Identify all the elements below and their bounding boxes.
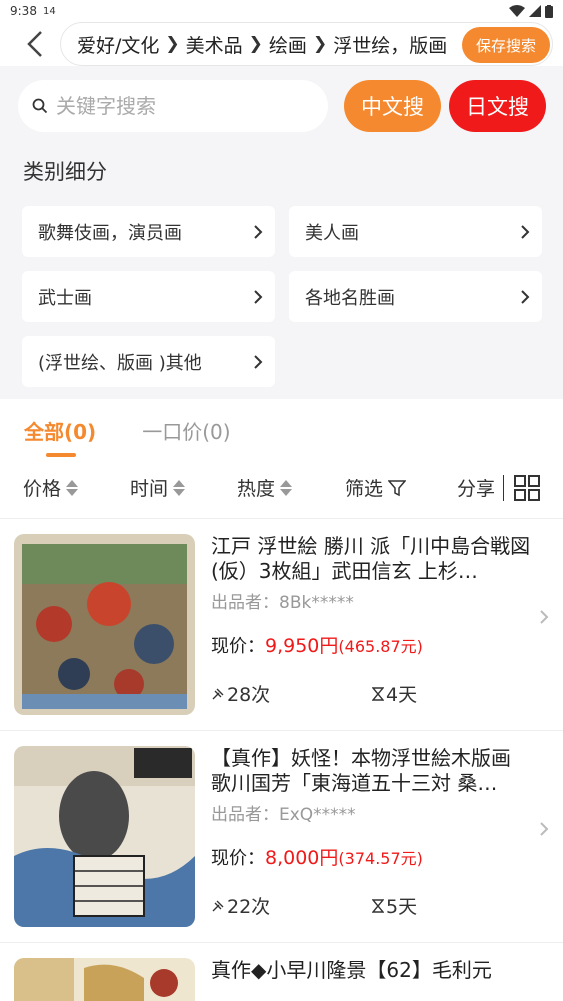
- chevron-right-icon: ❯: [312, 34, 328, 54]
- chevron-left-icon: [27, 31, 42, 57]
- filter-icon: [388, 479, 407, 496]
- listing-seller: 出品者：ExQ*****: [211, 805, 356, 825]
- tab-buy-now[interactable]: 一口价(0): [142, 416, 230, 457]
- listing-price: 8,000円: [265, 847, 339, 869]
- search-box[interactable]: [18, 80, 328, 132]
- category-item[interactable]: 各地名胜画: [289, 271, 542, 322]
- chevron-right-icon: [254, 354, 263, 369]
- category-label: 歌舞伎画，演员画: [38, 222, 182, 244]
- hourglass-icon: [372, 898, 384, 913]
- sort-arrows-icon: [66, 479, 79, 496]
- breadcrumb-item[interactable]: 美术品: [186, 31, 243, 58]
- bid-count: 22次: [227, 896, 271, 918]
- listing-price-row: 现价：8,000円(374.57元): [211, 843, 533, 870]
- wifi-icon: [509, 5, 525, 17]
- listing-image[interactable]: [14, 746, 195, 927]
- filter-button[interactable]: 筛选: [345, 474, 457, 501]
- chevron-right-icon: ❯: [165, 34, 180, 54]
- listing-price: 9,950円: [265, 635, 339, 657]
- listing-seller: 出品者：8Bk*****: [211, 593, 354, 613]
- listing-item[interactable]: 【真作】妖怪！本物浮世絵木版画 歌川国芳「東海道五十三対 桑… 出品者：ExQ*…: [0, 731, 563, 943]
- sort-price-label: 价格: [23, 478, 62, 500]
- signal-icon: [529, 5, 541, 17]
- share-button[interactable]: 分享: [457, 474, 495, 501]
- category-item[interactable]: (浮世绘、版画 )其他: [22, 336, 275, 387]
- listing-item[interactable]: 江戸 浮世絵 勝川 派「川中島合戦図(仮）3枚組」武田信玄 上杉… 出品者：8B…: [0, 519, 563, 731]
- price-label: 现价：: [211, 848, 265, 869]
- category-grid: 歌舞伎画，演员画 美人画 武士画 各地名胜画 (浮世绘、版画 )其他: [0, 206, 563, 387]
- sort-bar: 价格 时间 热度 筛选 分享: [0, 457, 563, 519]
- back-button[interactable]: [20, 22, 50, 66]
- time-left: 5天: [386, 896, 418, 918]
- grid-view-icon[interactable]: [514, 474, 541, 501]
- search-row: 中文搜 日文搜: [0, 66, 563, 146]
- chevron-right-icon: [254, 224, 263, 239]
- listing-price-cny: (374.57元): [338, 849, 423, 868]
- breadcrumb-item[interactable]: 爱好/文化: [77, 31, 159, 58]
- chevron-right-icon: [540, 822, 549, 836]
- chevron-right-icon: ❯: [248, 34, 263, 54]
- sort-popularity-label: 热度: [237, 478, 276, 500]
- divider: [503, 474, 505, 501]
- sort-time[interactable]: 时间: [130, 474, 237, 501]
- time-left: 4天: [386, 684, 418, 706]
- listing-image[interactable]: [14, 958, 195, 1001]
- category-item[interactable]: 武士画: [22, 271, 275, 322]
- chevron-right-icon: [521, 289, 530, 304]
- sort-price[interactable]: 价格: [23, 474, 130, 501]
- hourglass-icon: [372, 686, 384, 701]
- hammer-icon: [212, 900, 224, 911]
- bid-count: 28次: [227, 684, 271, 706]
- breadcrumb[interactable]: 爱好/文化 ❯ 美术品 ❯ 绘画 ❯ 浮世绘，版画 保存搜索: [60, 22, 553, 66]
- status-extra: 14: [42, 5, 56, 17]
- filter-area: 中文搜 日文搜 类别细分 歌舞伎画，演员画 美人画 武士画 各地名胜画 (浮世绘…: [0, 66, 563, 399]
- listing-item[interactable]: 真作◆小早川隆景【62】毛利元: [0, 943, 563, 1001]
- category-item[interactable]: 歌舞伎画，演员画: [22, 206, 275, 257]
- category-label: 美人画: [305, 222, 359, 244]
- chevron-right-icon: [254, 289, 263, 304]
- japanese-search-button[interactable]: 日文搜: [449, 80, 547, 132]
- filter-label: 筛选: [345, 478, 384, 500]
- status-time: 9:38: [10, 4, 37, 18]
- search-icon: [32, 98, 48, 114]
- tab-all[interactable]: 全部(0): [24, 416, 96, 457]
- status-bar: 9:38 14: [0, 0, 563, 22]
- listing-price-cny: (465.87元): [338, 637, 423, 656]
- sort-popularity[interactable]: 热度: [237, 474, 345, 501]
- category-label: (浮世绘、版画 )其他: [38, 352, 202, 374]
- breadcrumb-item[interactable]: 浮世绘，版画: [333, 31, 447, 58]
- save-search-button[interactable]: 保存搜索: [461, 27, 550, 63]
- category-item[interactable]: 美人画: [289, 206, 542, 257]
- breadcrumb-item[interactable]: 绘画: [269, 31, 307, 58]
- sort-arrows-icon: [173, 479, 186, 496]
- chevron-right-icon: [540, 610, 549, 624]
- chevron-right-icon: [521, 224, 530, 239]
- listing-title[interactable]: 【真作】妖怪！本物浮世絵木版画 歌川国芳「東海道五十三対 桑…: [211, 746, 533, 796]
- listing-image[interactable]: [14, 534, 195, 715]
- price-label: 现价：: [211, 636, 265, 657]
- listing-title[interactable]: 真作◆小早川隆景【62】毛利元: [211, 958, 533, 1001]
- listing-title[interactable]: 江戸 浮世絵 勝川 派「川中島合戦図(仮）3枚組」武田信玄 上杉…: [211, 534, 533, 584]
- category-label: 各地名胜画: [305, 287, 395, 309]
- search-input[interactable]: [56, 94, 296, 118]
- sort-time-label: 时间: [130, 478, 169, 500]
- hammer-icon: [212, 688, 224, 699]
- listing-tabs: 全部(0) 一口价(0): [0, 399, 563, 457]
- sort-arrows-icon: [280, 479, 293, 496]
- category-title: 类别细分: [23, 160, 107, 184]
- category-label: 武士画: [38, 287, 92, 309]
- battery-icon: [545, 4, 553, 18]
- chinese-search-button[interactable]: 中文搜: [343, 80, 441, 132]
- top-bar: 爱好/文化 ❯ 美术品 ❯ 绘画 ❯ 浮世绘，版画 保存搜索: [0, 22, 563, 66]
- listing-price-row: 现价：9,950円(465.87元): [211, 631, 533, 658]
